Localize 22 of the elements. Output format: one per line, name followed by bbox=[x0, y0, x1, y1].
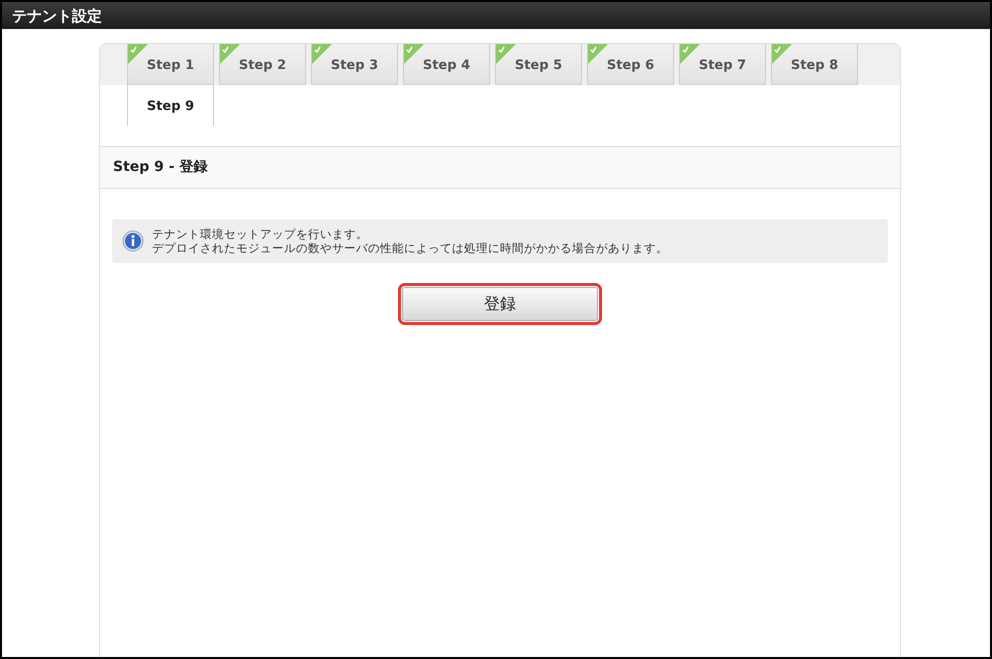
step-tab[interactable]: Step 8 bbox=[771, 44, 858, 85]
check-icon bbox=[588, 44, 608, 64]
info-text: テナント環境セットアップを行います。 bbox=[152, 227, 369, 241]
check-icon bbox=[312, 44, 332, 64]
check-icon bbox=[128, 44, 148, 64]
info-text: デプロイされたモジュールの数やサーバの性能によっては処理に時間がかかる場合があります。 bbox=[152, 241, 668, 255]
window-title: テナント設定 bbox=[2, 2, 990, 29]
step-tab[interactable]: Step 7 bbox=[679, 44, 766, 85]
step-tab[interactable]: Step 2 bbox=[219, 44, 306, 85]
check-icon bbox=[772, 44, 792, 64]
check-icon bbox=[404, 44, 424, 64]
check-icon bbox=[220, 44, 240, 64]
info-icon bbox=[122, 230, 144, 252]
step-tab[interactable]: Step 1 bbox=[127, 44, 214, 85]
check-icon bbox=[496, 44, 516, 64]
section-title: Step 9 - 登録 bbox=[100, 146, 900, 189]
step-tab[interactable]: Step 3 bbox=[311, 44, 398, 85]
step-tab[interactable]: Step 9 bbox=[127, 85, 214, 126]
step-tab[interactable]: Step 6 bbox=[587, 44, 674, 85]
check-icon bbox=[680, 44, 700, 64]
step-tab[interactable]: Step 5 bbox=[495, 44, 582, 85]
step-tab[interactable]: Step 4 bbox=[403, 44, 490, 85]
